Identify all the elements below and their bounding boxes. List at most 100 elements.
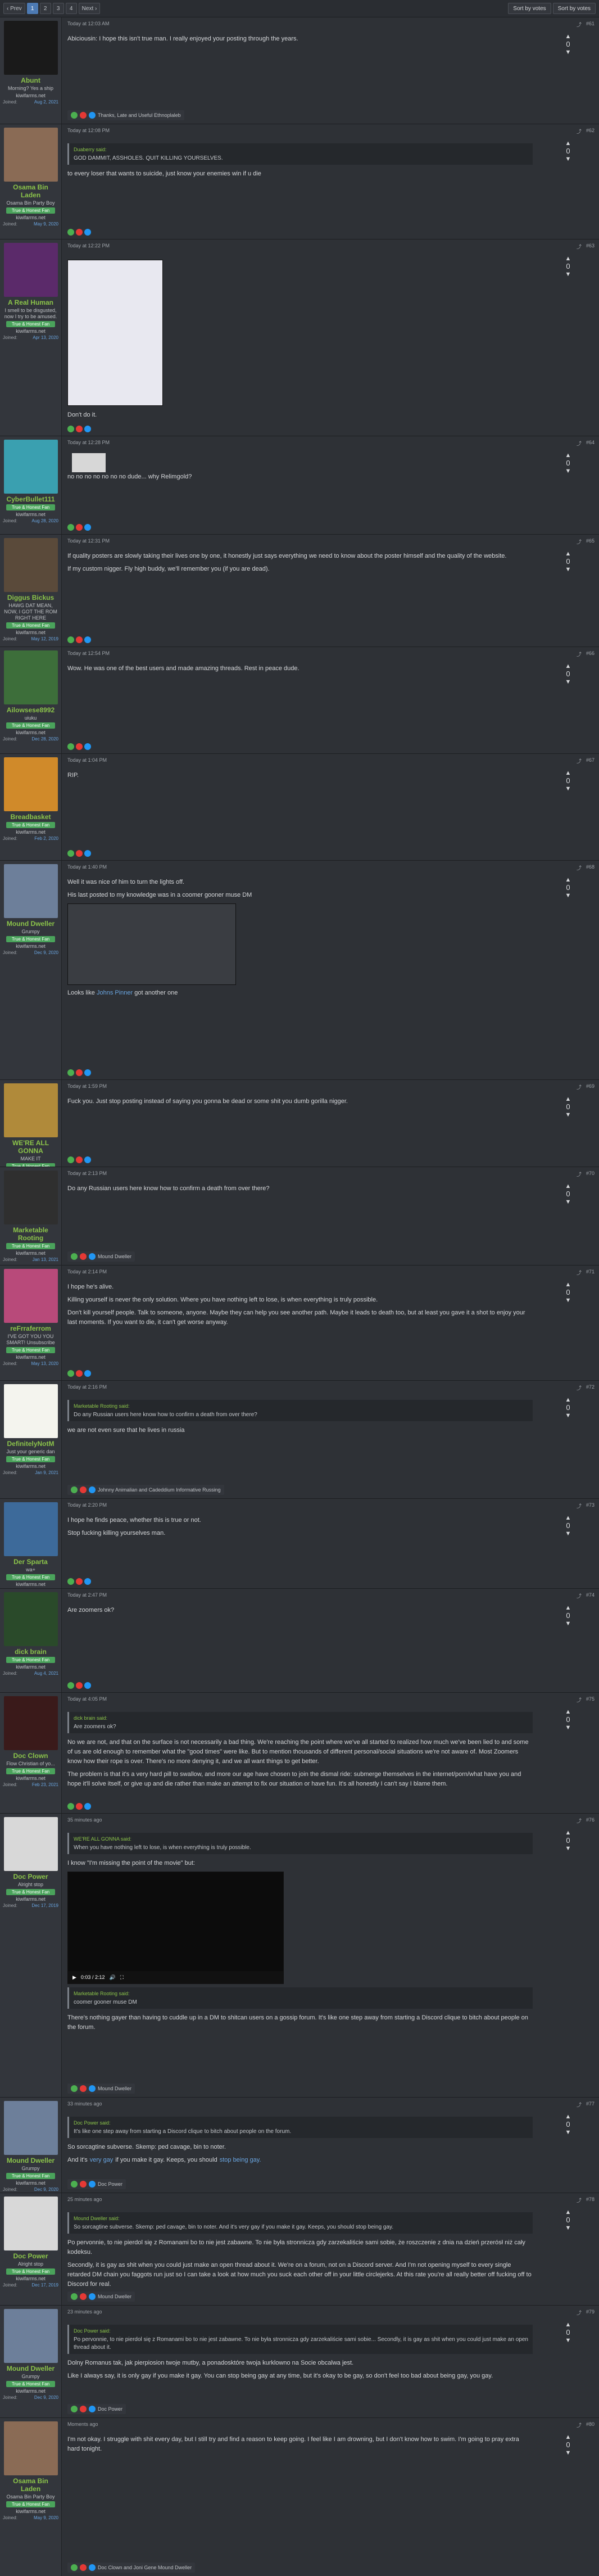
downvote-icon[interactable]: ▼ (543, 1297, 593, 1304)
reaction-emoji-icon[interactable] (67, 1682, 74, 1689)
upvote-icon[interactable]: ▲ (543, 1709, 593, 1715)
upvote-icon[interactable]: ▲ (543, 770, 593, 776)
downvote-icon[interactable]: ▼ (543, 1111, 593, 1118)
post-time[interactable]: Today at 12:31 PM (67, 538, 110, 546)
share-icon[interactable]: ⤴ (577, 1817, 582, 1825)
volume-icon[interactable]: 🔊 (109, 1973, 115, 1982)
upvote-icon[interactable]: ▲ (543, 2209, 593, 2216)
downvote-icon[interactable]: ▼ (543, 1412, 593, 1419)
post-number[interactable]: #67 (586, 757, 595, 765)
post-number[interactable]: #72 (586, 1384, 595, 1392)
post-number[interactable]: #78 (586, 2197, 595, 2204)
downvote-icon[interactable]: ▼ (543, 49, 593, 56)
fullscreen-icon[interactable]: ⛶ (120, 1973, 124, 1982)
reaction-emoji-icon[interactable] (76, 743, 83, 750)
share-icon[interactable]: ⤴ (577, 243, 582, 251)
downvote-icon[interactable]: ▼ (543, 1620, 593, 1627)
avatar[interactable] (3, 2421, 58, 2475)
post-number[interactable]: #74 (586, 1592, 595, 1600)
share-icon[interactable]: ⤴ (577, 128, 582, 135)
reaction-users[interactable]: Doc Power (98, 2181, 122, 2187)
post-time[interactable]: Today at 1:40 PM (67, 864, 107, 872)
downvote-icon[interactable]: ▼ (543, 271, 593, 278)
reaction-emoji-icon[interactable] (80, 1253, 87, 1260)
page-3-button[interactable]: 3 (52, 3, 64, 14)
post-time[interactable]: Today at 12:28 PM (67, 440, 110, 448)
upvote-icon[interactable]: ▲ (543, 1829, 593, 1836)
upvote-icon[interactable]: ▲ (543, 255, 593, 262)
video-player[interactable]: ▶ 0:03 / 2:12 🔊 ⛶ (67, 1872, 284, 1984)
reaction-emoji-icon[interactable] (67, 1069, 74, 1076)
reaction-emoji-icon[interactable] (67, 1370, 74, 1377)
share-icon[interactable]: ⤴ (577, 2101, 582, 2109)
avatar[interactable] (3, 650, 58, 704)
quote-author[interactable]: Duaberry said: (74, 146, 528, 153)
post-number[interactable]: #73 (586, 1502, 595, 1510)
reaction-emoji-icon[interactable] (84, 850, 91, 857)
username-link[interactable]: A Real Human (3, 299, 58, 306)
post-time[interactable]: Today at 2:20 PM (67, 1502, 107, 1510)
sort-by-date-button[interactable]: Sort by votes (552, 3, 596, 14)
upvote-icon[interactable]: ▲ (543, 2321, 593, 2328)
post-number[interactable]: #80 (586, 2421, 595, 2429)
share-icon[interactable]: ⤴ (577, 440, 582, 448)
username-link[interactable]: Der Sparta (3, 1558, 58, 1566)
reaction-emoji-icon[interactable] (89, 2293, 96, 2300)
downvote-icon[interactable]: ▼ (543, 1530, 593, 1537)
reaction-emoji-icon[interactable] (76, 1803, 83, 1810)
post-time[interactable]: Today at 12:22 PM (67, 243, 110, 251)
reaction-emoji-icon[interactable] (71, 2181, 78, 2188)
post-time[interactable]: Today at 1:59 PM (67, 1083, 107, 1091)
post-number[interactable]: #79 (586, 2309, 595, 2317)
reaction-emoji-icon[interactable] (80, 2564, 87, 2571)
upvote-icon[interactable]: ▲ (543, 2434, 593, 2441)
post-time[interactable]: Today at 12:54 PM (67, 650, 110, 658)
upvote-icon[interactable]: ▲ (543, 550, 593, 557)
post-time[interactable]: Moments ago (67, 2421, 98, 2429)
reaction-emoji-icon[interactable] (84, 743, 91, 750)
share-icon[interactable]: ⤴ (577, 1502, 582, 1510)
reaction-emoji-icon[interactable] (71, 2406, 78, 2412)
quote-author[interactable]: dick brain said: (74, 1714, 528, 1722)
upvote-icon[interactable]: ▲ (543, 1183, 593, 1190)
post-number[interactable]: #68 (586, 864, 595, 872)
reaction-emoji-icon[interactable] (76, 1370, 83, 1377)
reaction-emoji-icon[interactable] (71, 1486, 78, 1493)
post-number[interactable]: #69 (586, 1083, 595, 1091)
reaction-emoji-icon[interactable] (67, 1578, 74, 1585)
downvote-icon[interactable]: ▼ (543, 156, 593, 162)
avatar[interactable] (3, 864, 58, 918)
post-number[interactable]: #65 (586, 538, 595, 546)
upvote-icon[interactable]: ▲ (543, 663, 593, 670)
share-icon[interactable]: ⤴ (577, 1592, 582, 1600)
username-link[interactable]: Osama Bin Laden (3, 2477, 58, 2493)
downvote-icon[interactable]: ▼ (543, 2450, 593, 2456)
avatar[interactable] (3, 243, 58, 297)
reaction-users[interactable]: Doc Power (98, 2406, 122, 2412)
username-link[interactable]: Marketable Rooting (3, 1226, 58, 1242)
username-link[interactable]: CyberBullet111 (3, 495, 58, 503)
username-link[interactable]: Diggus Bickus (3, 594, 58, 602)
prev-page-button[interactable]: ‹ Prev (3, 3, 25, 14)
downvote-icon[interactable]: ▼ (543, 1199, 593, 1205)
reaction-emoji-icon[interactable] (84, 1682, 91, 1689)
reaction-users[interactable]: Johnny Animalian and Cadeddium Informati… (98, 1487, 221, 1493)
avatar[interactable] (3, 1083, 58, 1137)
username-link[interactable]: Mound Dweller (3, 920, 58, 928)
reaction-emoji-icon[interactable] (71, 2293, 78, 2300)
upvote-icon[interactable]: ▲ (543, 1281, 593, 1288)
reaction-emoji-icon[interactable] (67, 426, 74, 432)
post-number[interactable]: #64 (586, 440, 595, 448)
avatar[interactable] (3, 1171, 58, 1224)
post-number[interactable]: #75 (586, 1696, 595, 1704)
share-icon[interactable]: ⤴ (577, 21, 582, 29)
reaction-users[interactable]: Thanks, Late and Useful Ethnoplaleb (98, 112, 181, 118)
reaction-emoji-icon[interactable] (76, 1156, 83, 1163)
quote-author[interactable]: Doc Power said: (74, 2327, 528, 2335)
reaction-emoji-icon[interactable] (71, 1253, 78, 1260)
sort-by-votes-button[interactable]: Sort by votes (508, 3, 551, 14)
downvote-icon[interactable]: ▼ (543, 2129, 593, 2136)
share-icon[interactable]: ⤴ (577, 538, 582, 546)
page-2-button[interactable]: 2 (39, 3, 51, 14)
username-link[interactable]: Mound Dweller (3, 2157, 58, 2164)
